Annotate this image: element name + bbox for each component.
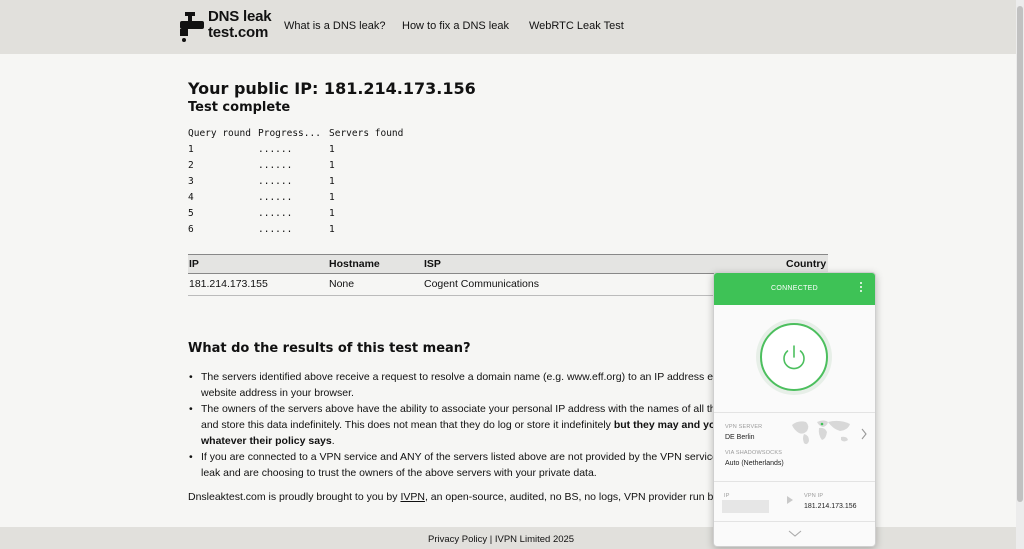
query-row: 1 ...... 1 [188, 144, 588, 160]
query-round: 6 [188, 224, 194, 235]
vpn-server-value: DE Berlin [725, 434, 755, 441]
bullet-text-part: and store this data indefinitely. This d… [201, 419, 614, 431]
query-row: 4 ...... 1 [188, 192, 588, 208]
via-shadowsocks-value: Auto (Netherlands) [725, 460, 784, 467]
query-row: 6 ...... 1 [188, 224, 588, 240]
ip-label: IP [724, 493, 730, 499]
query-progress: ...... [258, 176, 293, 187]
footer-links[interactable]: Privacy Policy | IVPN Limited 2025 [428, 534, 574, 545]
cell-isp: Cogent Communications [424, 278, 539, 290]
query-row: 3 ...... 1 [188, 176, 588, 192]
explanation-list: The servers identified above receive a r… [188, 369, 728, 481]
results-explanation-title: What do the results of this test mean? [188, 341, 471, 356]
arrow-right-icon [787, 496, 793, 504]
bullet-text: website address in your browser. [201, 387, 354, 399]
list-item: The servers identified above receive a r… [188, 369, 728, 401]
power-button-halo [756, 319, 832, 395]
vpn-status-text: CONNECTED [770, 285, 819, 292]
query-round: 3 [188, 176, 194, 187]
query-table: Query round Progress... Servers found 1 … [188, 128, 488, 238]
test-status: Test complete [188, 100, 291, 115]
query-row: 2 ...... 1 [188, 160, 588, 176]
query-header-servers: Servers found [329, 128, 404, 139]
query-progress: ...... [258, 192, 293, 203]
query-round: 4 [188, 192, 194, 203]
nav-what-is-dns-leak[interactable]: What is a DNS leak? [284, 20, 385, 32]
via-shadowsocks-label: VIA SHADOWSOCKS [725, 450, 783, 456]
vpn-status-bar: CONNECTED [714, 273, 875, 305]
results-table-header: IP Hostname ISP Country [188, 254, 828, 274]
logo-line-2: test.com [208, 24, 269, 41]
query-round: 5 [188, 208, 194, 219]
col-isp-header: ISP [424, 258, 441, 270]
credit-text: Dnsleaktest.com is proudly brought to yo… [188, 491, 401, 503]
query-progress: ...... [258, 144, 293, 155]
vpn-ip-label: VPN IP [804, 493, 824, 499]
list-item: If you are connected to a VPN service an… [188, 449, 728, 481]
page-scrollbar-thumb[interactable] [1017, 6, 1023, 502]
cell-hostname: None [329, 278, 355, 290]
vpn-ip-value: 181.214.173.156 [804, 503, 857, 510]
logo-text: DNS leak test.com [208, 8, 272, 41]
hidden-ip-value [722, 500, 769, 513]
query-progress: ...... [258, 208, 293, 219]
query-servers-found: 1 [329, 192, 335, 203]
col-ip-header: IP [189, 258, 199, 270]
query-header-round: Query round [188, 128, 251, 139]
public-ip-title: Your public IP: 181.214.173.156 [188, 79, 476, 98]
divider [714, 521, 875, 522]
query-servers-found: 1 [329, 144, 335, 155]
credit-text: , an open-source, audited, no BS, no log… [424, 491, 713, 503]
bullet-text: leak and are choosing to trust the owner… [201, 467, 597, 479]
logo-line-1: DNS leak [208, 8, 272, 25]
bullet-text: whatever their policy says. [201, 433, 728, 449]
bullet-text: The servers identified above receive a r… [201, 371, 728, 383]
query-header-row: Query round Progress... Servers found [188, 128, 588, 144]
power-icon [783, 345, 805, 370]
credit-line: Dnsleaktest.com is proudly brought to yo… [188, 491, 713, 503]
vpn-popup: CONNECTED VPN SERVER DE Berlin VIA SHADO… [713, 272, 876, 547]
world-map-icon [792, 420, 850, 445]
query-servers-found: 1 [329, 224, 335, 235]
query-servers-found: 1 [329, 208, 335, 219]
query-round: 2 [188, 160, 194, 171]
col-hostname-header: Hostname [329, 258, 380, 270]
bullet-emphasis: whatever their policy says [201, 435, 332, 447]
cell-ip: 181.214.173.155 [189, 278, 268, 290]
nav-how-to-fix[interactable]: How to fix a DNS leak [402, 20, 509, 32]
vpn-server-selector[interactable]: VPN SERVER DE Berlin VIA SHADOWSOCKS Aut… [714, 413, 875, 481]
query-progress: ...... [258, 160, 293, 171]
ivpn-link[interactable]: IVPN [400, 491, 425, 503]
query-servers-found: 1 [329, 176, 335, 187]
query-progress: ...... [258, 224, 293, 235]
nav-webrtc-test[interactable]: WebRTC Leak Test [529, 20, 624, 32]
bullet-text-part: . [331, 435, 335, 447]
query-row: 5 ...... 1 [188, 208, 588, 224]
query-header-progress: Progress... [258, 128, 321, 139]
list-item: The owners of the servers above have the… [188, 401, 728, 449]
bullet-emphasis: but they may and you need to trust [613, 419, 728, 431]
site-header: DNS leak test.com What is a DNS leak? Ho… [0, 0, 1018, 54]
query-round: 1 [188, 144, 194, 155]
bullet-text: and store this data indefinitely. This d… [201, 417, 728, 433]
faucet-icon [180, 12, 204, 42]
col-country-header: Country [786, 258, 827, 270]
chevron-down-icon[interactable] [788, 530, 802, 538]
bullet-text: If you are connected to a VPN service an… [201, 451, 728, 463]
query-servers-found: 1 [329, 160, 335, 171]
bullet-text: The owners of the servers above have the… [201, 403, 728, 415]
site-logo[interactable]: DNS leak test.com [180, 8, 272, 44]
divider [714, 481, 875, 482]
kebab-menu-icon[interactable] [856, 282, 866, 296]
vpn-server-label: VPN SERVER [725, 424, 763, 430]
power-button[interactable] [760, 323, 828, 391]
chevron-right-icon [861, 428, 867, 440]
